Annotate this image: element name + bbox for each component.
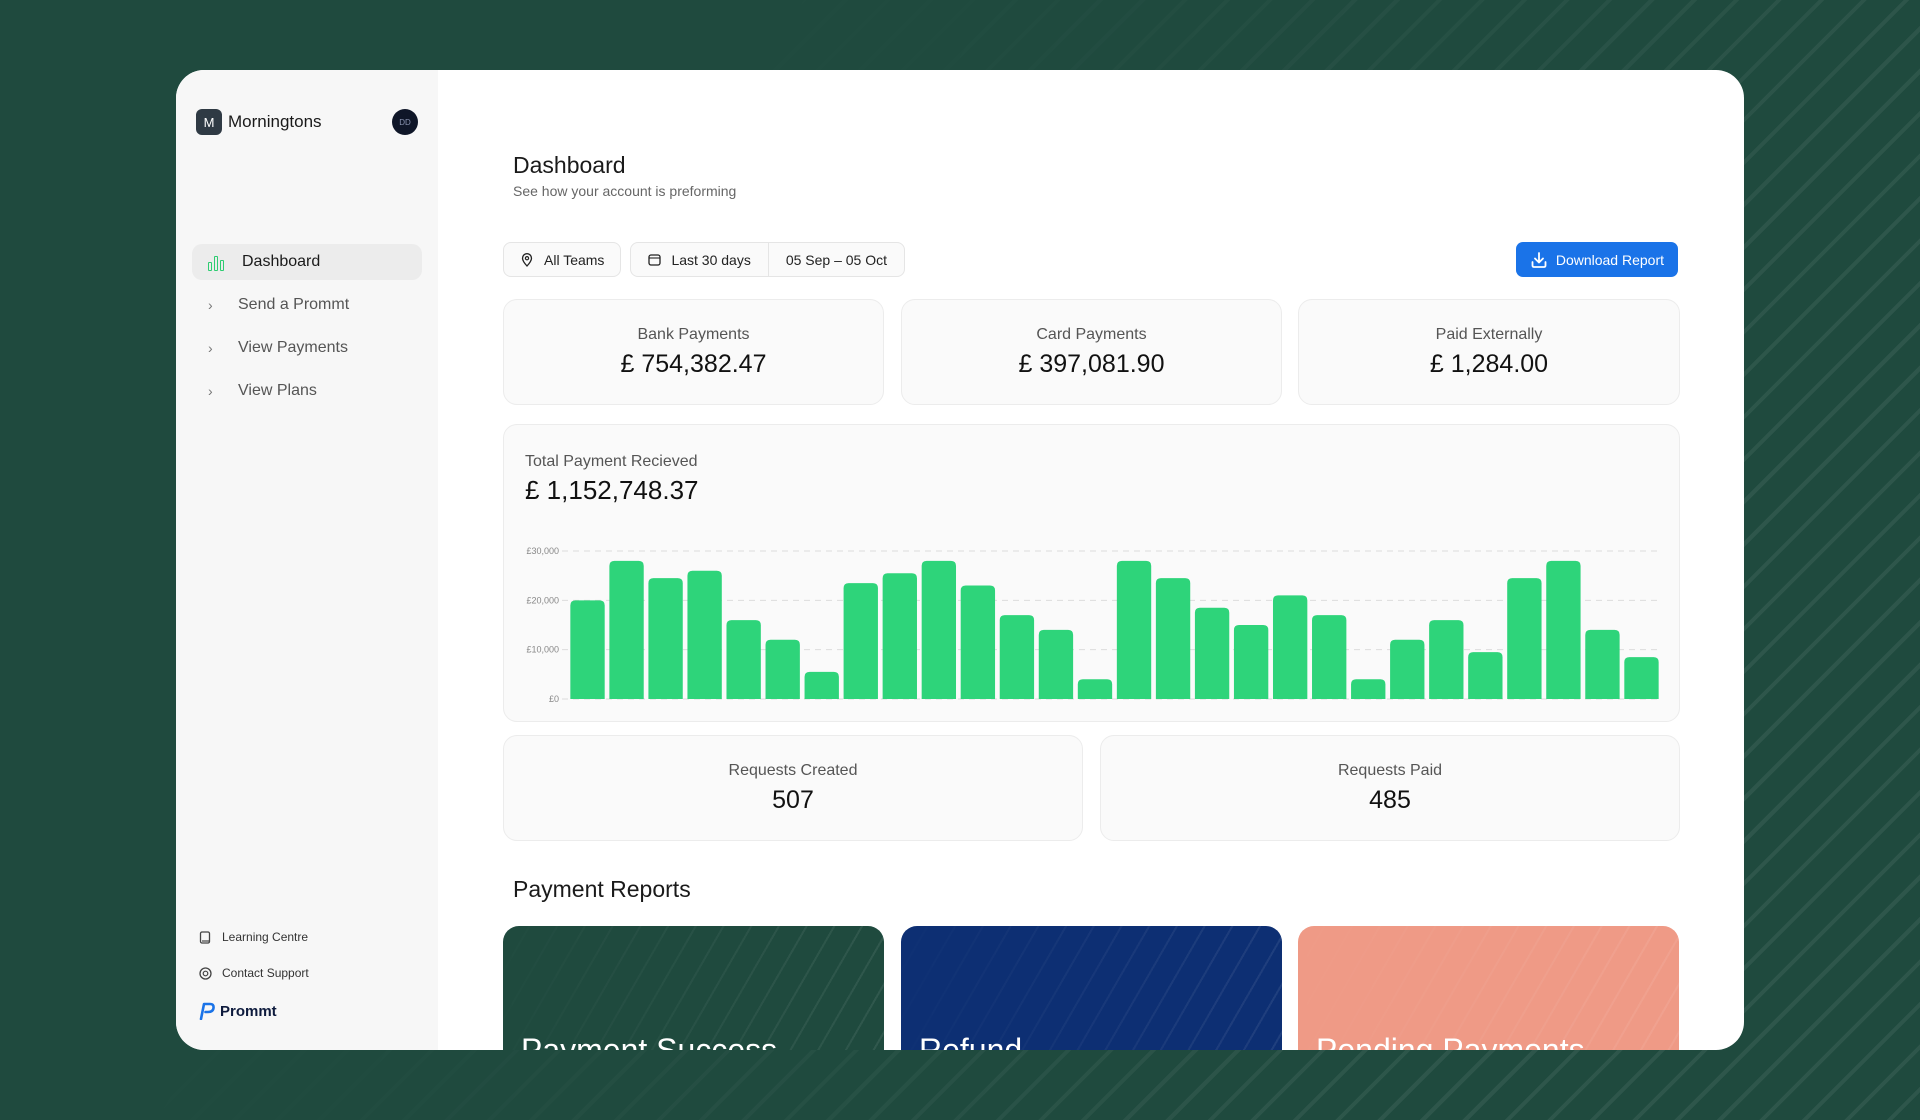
- download-icon: [1531, 251, 1547, 268]
- chart-bar[interactable]: [1272, 595, 1308, 699]
- chevron-right-icon: ›: [208, 340, 213, 356]
- bank-payments-card: Bank Payments £ 754,382.47: [503, 299, 884, 405]
- filter-bar: All Teams Last 30 days 05 Sep – 05 Oct: [503, 242, 906, 277]
- brand: M Morningtons DD: [196, 109, 418, 135]
- stat-label: Requests Created: [728, 761, 858, 779]
- total-payment-chart-card: Total Payment Recieved £ 1,152,748.37 £3…: [503, 424, 1680, 722]
- stat-value: £ 1,284.00: [1429, 349, 1549, 378]
- chart-bar[interactable]: [1429, 620, 1464, 699]
- date-range-select[interactable]: 05 Sep – 05 Oct: [767, 243, 904, 276]
- stat-value: £ 397,081.90: [1018, 349, 1165, 378]
- requests-created-card: Requests Created 507: [503, 735, 1083, 841]
- chart-bar[interactable]: [1585, 629, 1620, 699]
- sidebar-item-label: View Plans: [238, 382, 317, 399]
- stat-label: Bank Payments: [637, 325, 750, 343]
- chevron-right-icon: ›: [208, 297, 213, 313]
- avatar[interactable]: DD: [392, 109, 418, 135]
- learning-centre-label: Learning Centre: [222, 930, 309, 944]
- chart-bar[interactable]: [1077, 679, 1113, 699]
- sidebar-item-send-a-prommt[interactable]: › Send a Prommt: [192, 287, 422, 323]
- chart-bar[interactable]: [999, 615, 1035, 699]
- y-tick-label: £20,000: [526, 595, 559, 605]
- app-window: M Morningtons DD Dashboard › Send a Prom…: [176, 70, 1744, 1050]
- chart-bar[interactable]: [921, 560, 957, 699]
- chart-bar[interactable]: [804, 671, 839, 699]
- stat-label: Card Payments: [1036, 325, 1147, 343]
- download-report-label: Download Report: [1555, 251, 1664, 268]
- chart-bar[interactable]: [1038, 629, 1074, 699]
- stat-value: 485: [1369, 785, 1411, 814]
- contact-support-label: Contact Support: [222, 966, 309, 980]
- page-subtitle: See how your account is preforming: [513, 183, 737, 199]
- chart-bar[interactable]: [1233, 625, 1269, 699]
- location-pin-icon: [520, 252, 534, 267]
- book-icon: [198, 930, 212, 944]
- stat-label: Paid Externally: [1435, 325, 1543, 343]
- chart-bar[interactable]: [609, 560, 644, 699]
- brand-logo: M: [196, 109, 222, 135]
- period-select[interactable]: Last 30 days: [631, 243, 767, 276]
- team-filter[interactable]: All Teams: [503, 242, 622, 277]
- chart-bar[interactable]: [1390, 639, 1425, 699]
- sidebar-nav: Dashboard › Send a Prommt › View Payment…: [192, 244, 422, 416]
- stat-value: 507: [772, 785, 814, 814]
- chart-bar[interactable]: [726, 620, 761, 699]
- page-title: Dashboard: [513, 152, 626, 178]
- chart-bar[interactable]: [570, 600, 605, 699]
- paid-externally-card: Paid Externally £ 1,284.00: [1298, 299, 1680, 405]
- sidebar-item-label: Dashboard: [242, 253, 321, 270]
- chart-bar[interactable]: [960, 585, 996, 699]
- chart-bar[interactable]: [1468, 652, 1503, 699]
- team-filter-label: All Teams: [544, 251, 605, 268]
- chart-bar[interactable]: [1351, 679, 1386, 699]
- download-report-button[interactable]: Download Report: [1515, 242, 1678, 277]
- sidebar-item-label: Send a Prommt: [238, 296, 350, 313]
- chevron-right-icon: ›: [208, 383, 213, 399]
- chart-bar[interactable]: [843, 583, 878, 699]
- bar-chart-icon: [208, 253, 228, 271]
- payments-bar-chart: £30,000 £20,000 £10,000 £0: [526, 546, 1661, 704]
- prommt-logo-text: Prommt: [220, 1002, 277, 1020]
- chart-bar[interactable]: [1312, 615, 1347, 699]
- learning-centre-link[interactable]: Learning Centre: [198, 930, 418, 944]
- prommt-logo-icon: [199, 1002, 215, 1020]
- report-card-label: Payment Success: [521, 1032, 778, 1050]
- refund-report-card[interactable]: Refund: [901, 926, 1282, 1050]
- sidebar-item-view-payments[interactable]: › View Payments: [192, 330, 422, 366]
- stat-value: £ 754,382.47: [620, 349, 767, 378]
- y-tick-label: £0: [549, 694, 559, 704]
- chart-bar[interactable]: [1194, 607, 1230, 699]
- calendar-icon: [648, 253, 662, 266]
- report-card-label: Pending Payments: [1316, 1032, 1585, 1050]
- chart-bar[interactable]: [882, 573, 917, 699]
- contact-support-link[interactable]: Contact Support: [198, 966, 418, 980]
- y-tick-label: £30,000: [526, 546, 559, 556]
- sidebar-item-label: View Payments: [238, 339, 348, 356]
- stat-label: Requests Paid: [1337, 761, 1443, 779]
- sidebar-item-view-plans[interactable]: › View Plans: [192, 373, 422, 409]
- chart-bar[interactable]: [1116, 560, 1152, 699]
- payment-success-report-card[interactable]: Payment Success: [503, 926, 884, 1050]
- period-label: Last 30 days: [671, 251, 751, 268]
- chart-bar[interactable]: [765, 639, 800, 699]
- chart-bar[interactable]: [1507, 578, 1542, 699]
- chart-bar[interactable]: [648, 578, 683, 699]
- chart-bar[interactable]: [1546, 560, 1581, 699]
- sidebar-item-dashboard[interactable]: Dashboard: [192, 244, 422, 280]
- card-payments-card: Card Payments £ 397,081.90: [901, 299, 1282, 405]
- chart-bar[interactable]: [1624, 657, 1659, 699]
- sidebar-footer: Learning Centre Contact Support Prommt: [198, 930, 418, 1020]
- payment-reports-title: Payment Reports: [513, 876, 691, 902]
- sidebar: M Morningtons DD Dashboard › Send a Prom…: [176, 70, 438, 1050]
- prommt-logo: Prommt: [198, 1002, 418, 1020]
- pending-payments-report-card[interactable]: Pending Payments: [1298, 926, 1679, 1050]
- brand-name[interactable]: Morningtons: [228, 112, 322, 132]
- y-tick-label: £10,000: [526, 645, 559, 655]
- report-card-label: Refund: [919, 1032, 1023, 1050]
- support-icon: [198, 966, 212, 980]
- date-filter: Last 30 days 05 Sep – 05 Oct: [630, 242, 906, 277]
- chart-bar[interactable]: [687, 570, 722, 699]
- requests-paid-card: Requests Paid 485: [1100, 735, 1680, 841]
- chart-bar[interactable]: [1155, 578, 1191, 699]
